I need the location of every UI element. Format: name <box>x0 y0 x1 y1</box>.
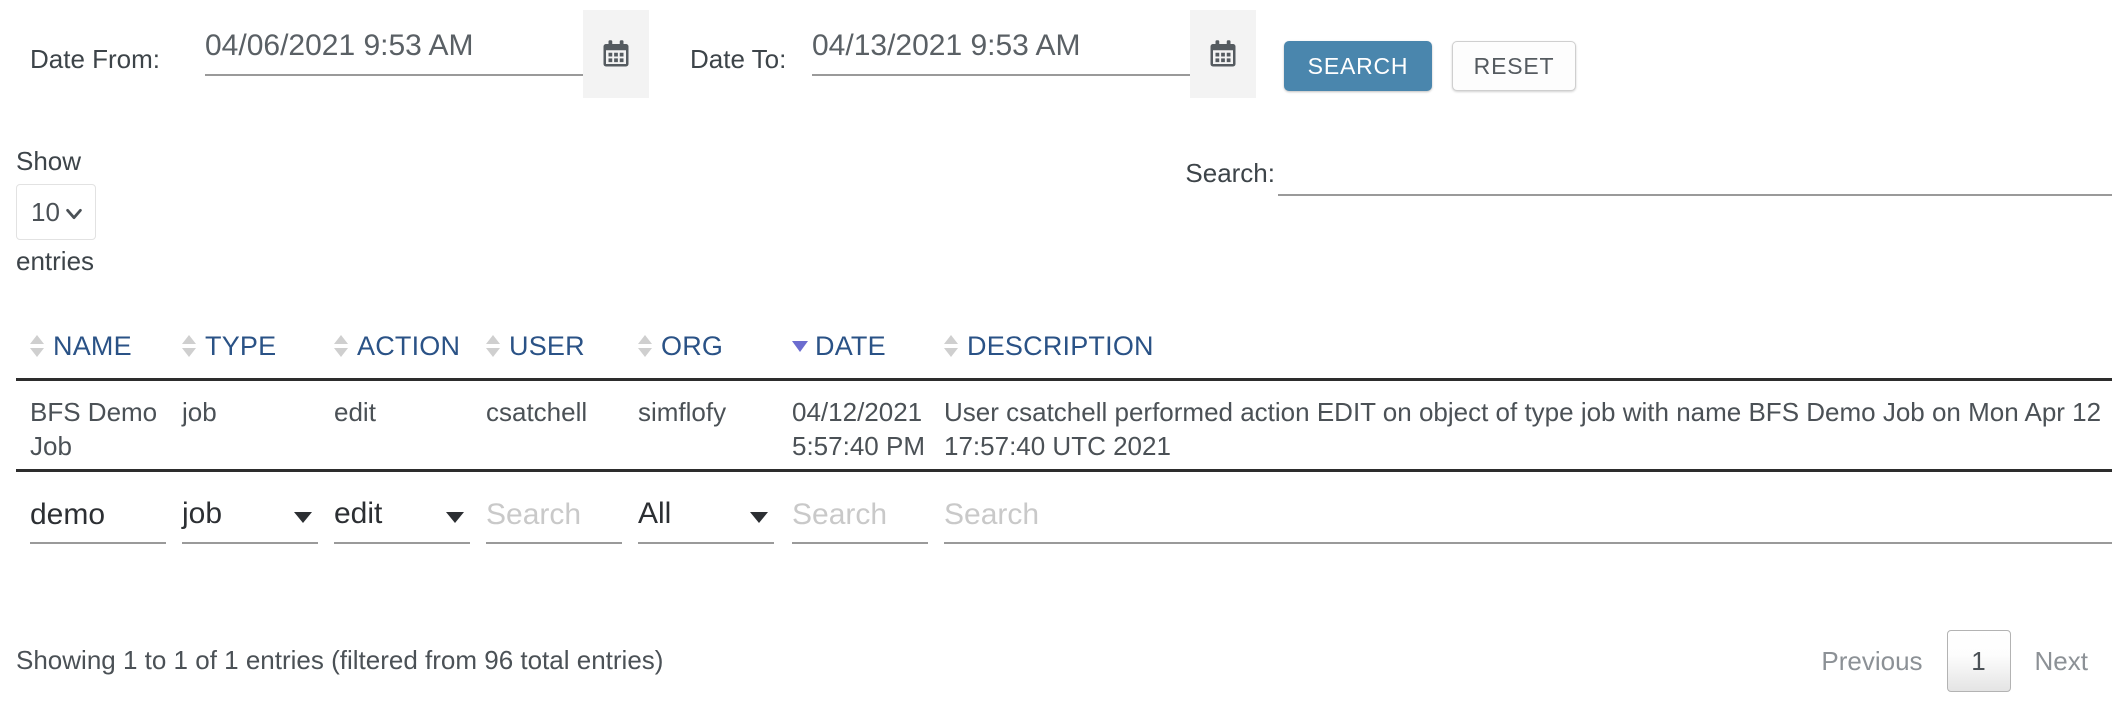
date-from-value: 04/06/2021 9:53 AM <box>205 29 474 62</box>
column-header-label: DESCRIPTION <box>967 330 1154 361</box>
filter-cell-type: job <box>182 492 318 544</box>
audit-log-table: NAME TYPE ACTION USER ORG DATE DESCRIPTION BFS… <box>16 322 2112 564</box>
sort-desc-icon <box>792 333 808 359</box>
column-header-user[interactable]: USER <box>486 322 585 370</box>
filter-select-value: All <box>638 497 672 530</box>
filter-select-action[interactable]: edit <box>334 492 470 538</box>
page-length-value: 10 <box>31 197 60 227</box>
reset-button[interactable]: RESET <box>1452 41 1576 91</box>
filter-select-type[interactable]: job <box>182 492 318 538</box>
filter-cell-date <box>792 492 928 544</box>
column-header-type[interactable]: TYPE <box>182 322 276 370</box>
pagination-page-1[interactable]: 1 <box>1946 630 2011 692</box>
date-from-field[interactable]: 04/06/2021 9:53 AM <box>205 22 583 76</box>
date-from-label: Date From: <box>30 44 161 74</box>
table-row: BFS Demo Job job edit csatchell simflofy 04/1… <box>16 381 2112 472</box>
table-info: Showing 1 to 1 of 1 entries (filtered fr… <box>16 645 664 675</box>
sort-both-icon <box>944 333 958 359</box>
filter-cell-action: edit <box>334 492 470 544</box>
caret-down-icon <box>446 512 464 523</box>
column-header-action[interactable]: ACTION <box>334 322 460 370</box>
column-header-label: ORG <box>661 330 724 361</box>
table-search-input[interactable] <box>1278 152 2112 196</box>
page-length-select[interactable]: 10 <box>16 184 96 240</box>
table-filter-row: job edit All <box>16 472 2112 564</box>
cell-type: job <box>182 397 217 427</box>
sort-both-icon <box>638 333 652 359</box>
filter-select-org[interactable]: All <box>638 492 774 538</box>
filter-cell-user <box>486 492 622 544</box>
caret-down-icon <box>294 512 312 523</box>
cell-org: simflofy <box>638 397 727 427</box>
filter-select-value: job <box>182 497 223 530</box>
table-header-row: NAME TYPE ACTION USER ORG DATE DESCRIPTION <box>16 322 2112 381</box>
cell-user: csatchell <box>486 397 588 427</box>
date-to-field[interactable]: 04/13/2021 9:53 AM <box>812 22 1190 76</box>
filter-input-name[interactable] <box>30 492 166 538</box>
cell-action: edit <box>334 397 376 427</box>
pagination-next[interactable]: Next <box>2011 646 2112 677</box>
filter-select-value: edit <box>334 497 383 530</box>
table-search-label: Search: <box>1185 158 1275 188</box>
column-header-label: ACTION <box>357 330 461 361</box>
filter-input-description[interactable] <box>944 492 2112 538</box>
column-header-org[interactable]: ORG <box>638 322 723 370</box>
date-to-value: 04/13/2021 9:53 AM <box>812 29 1081 62</box>
filter-input-date[interactable] <box>792 492 928 538</box>
column-header-label: USER <box>509 330 585 361</box>
date-from-calendar-button[interactable] <box>583 10 649 98</box>
caret-down-icon <box>750 512 768 523</box>
show-entries-label: Show <box>16 146 82 176</box>
sort-both-icon <box>30 333 44 359</box>
sort-both-icon <box>334 333 348 359</box>
column-header-description[interactable]: DESCRIPTION <box>944 322 1154 370</box>
cell-description: User csatchell performed action EDIT on … <box>944 397 2102 461</box>
filter-cell-name <box>30 492 166 544</box>
pagination: Previous 1 Next <box>1797 630 2112 692</box>
pagination-previous[interactable]: Previous <box>1797 646 1946 677</box>
date-filter-bar: Date From: 04/06/2021 9:53 AM Date To: 0… <box>0 0 2120 125</box>
column-header-label: NAME <box>53 330 132 361</box>
date-to-label: Date To: <box>690 44 787 74</box>
column-header-name[interactable]: NAME <box>30 322 132 370</box>
chevron-down-icon <box>66 208 82 220</box>
calendar-icon <box>1210 40 1236 67</box>
calendar-icon <box>603 40 629 67</box>
column-header-date[interactable]: DATE <box>792 322 886 370</box>
column-header-label: TYPE <box>205 330 277 361</box>
search-button[interactable]: SEARCH <box>1284 41 1432 91</box>
date-to-calendar-button[interactable] <box>1190 10 1256 98</box>
column-header-label: DATE <box>815 330 886 361</box>
entries-label: entries <box>16 246 95 276</box>
filter-input-user[interactable] <box>486 492 622 538</box>
filter-cell-description <box>944 492 2112 544</box>
sort-both-icon <box>182 333 196 359</box>
filter-cell-org: All <box>638 492 774 544</box>
cell-name: BFS Demo Job <box>30 397 158 461</box>
sort-both-icon <box>486 333 500 359</box>
cell-date: 04/12/2021 5:57:40 PM <box>792 397 925 461</box>
